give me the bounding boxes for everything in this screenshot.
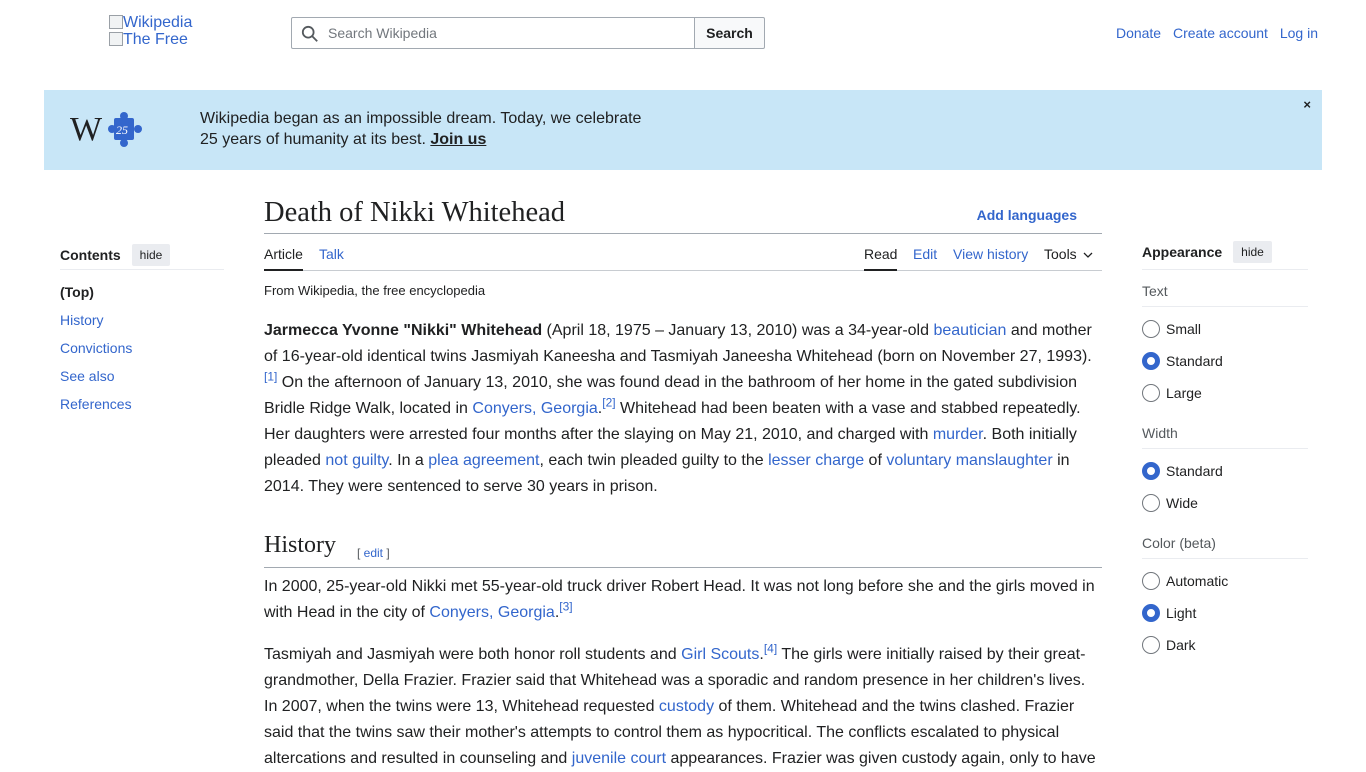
fundraising-banner: W 25 Wikipedia began as an impossible dr… — [44, 90, 1322, 170]
color-label: Color (beta) — [1142, 525, 1308, 559]
section-edit: [ edit ] — [357, 546, 390, 560]
link-voluntary-manslaughter[interactable]: voluntary manslaughter — [886, 452, 1052, 469]
width-wide-option[interactable]: Wide — [1142, 487, 1308, 519]
logo-tagline-alt-text: The Free — [123, 31, 188, 48]
text-size-label: Text — [1142, 270, 1308, 307]
lead-paragraph: Jarmecca Yvonne "Nikki" Whitehead (April… — [264, 322, 1092, 495]
wikipedia-25-logo: W 25 — [70, 111, 142, 148]
radio-selected-icon[interactable] — [1142, 462, 1160, 480]
width-label: Width — [1142, 415, 1308, 449]
toc-item-see-also[interactable]: See also — [60, 368, 224, 396]
tools-label: Tools — [1044, 246, 1077, 262]
toc-title: Contents — [60, 246, 121, 263]
color-automatic-option[interactable]: Automatic — [1142, 565, 1308, 597]
user-links: Donate Create account Log in — [1108, 25, 1318, 41]
logo-alt-text: Wikipedia — [123, 14, 193, 31]
svg-text:W: W — [70, 111, 103, 148]
page-tabs: Article Talk Read Edit View history Tool… — [264, 234, 1102, 271]
link-conyers-georgia[interactable]: Conyers, Georgia — [472, 400, 597, 417]
radio-selected-icon[interactable] — [1142, 352, 1160, 370]
add-languages-button[interactable]: Add languages — [977, 207, 1077, 223]
reference-1[interactable]: [1] — [264, 370, 277, 384]
broken-image-icon — [109, 15, 123, 29]
link-beautician[interactable]: beautician — [933, 322, 1006, 339]
link-custody[interactable]: custody — [659, 698, 714, 715]
history-paragraph-1: In 2000, 25-year-old Nikki met 55-year-o… — [264, 578, 1095, 621]
width-standard-option[interactable]: Standard — [1142, 455, 1308, 487]
chevron-down-icon — [1083, 252, 1093, 258]
radio-icon[interactable] — [1142, 320, 1160, 338]
banner-line-1: Wikipedia began as an impossible dream. … — [200, 110, 642, 127]
radio-icon[interactable] — [1142, 636, 1160, 654]
radio-icon[interactable] — [1142, 384, 1160, 402]
link-plea-agreement[interactable]: plea agreement — [428, 452, 539, 469]
article-main: Death of Nikki Whitehead Add languages A… — [264, 196, 1102, 772]
tagline: From Wikipedia, the free encyclopedia — [264, 283, 486, 298]
history-heading: History — [264, 532, 336, 558]
radio-icon[interactable] — [1142, 494, 1160, 512]
search-button[interactable]: Search — [694, 17, 765, 49]
history-paragraph-2: Tasmiyah and Jasmiyah were both honor ro… — [264, 641, 1096, 767]
tab-edit[interactable]: Edit — [913, 246, 937, 262]
link-girl-scouts[interactable]: Girl Scouts — [681, 646, 759, 663]
history-heading-row: History [ edit ] — [264, 524, 1102, 568]
wikipedia-logo[interactable]: Wikipedia The Free — [109, 14, 229, 52]
search-input[interactable] — [326, 18, 686, 48]
appearance-panel: Appearance hide Text Small Standard Larg… — [1142, 240, 1308, 667]
reference-2[interactable]: [2] — [602, 396, 615, 410]
donate-link[interactable]: Donate — [1116, 25, 1161, 41]
text-size-small-option[interactable]: Small — [1142, 313, 1308, 345]
toc-hide-button[interactable]: hide — [131, 243, 171, 266]
text-size-large-option[interactable]: Large — [1142, 377, 1308, 409]
radio-icon[interactable] — [1142, 572, 1160, 590]
close-icon[interactable]: × — [1303, 97, 1311, 112]
text-size-group: Text Small Standard Large — [1142, 270, 1308, 409]
tab-talk[interactable]: Talk — [319, 246, 344, 262]
link-lesser-charge[interactable]: lesser charge — [768, 452, 864, 469]
reference-3[interactable]: [3] — [559, 600, 572, 614]
link-not-guilty[interactable]: not guilty — [325, 452, 388, 469]
toc-item-references[interactable]: References — [60, 396, 224, 424]
appearance-hide-button[interactable]: hide — [1233, 240, 1272, 263]
banner-line-2: 25 years of humanity at its best. — [200, 131, 426, 148]
logo-number: 25 — [116, 123, 128, 137]
create-account-link[interactable]: Create account — [1173, 25, 1268, 41]
tab-read[interactable]: Read — [864, 246, 898, 271]
width-group: Width Standard Wide — [1142, 415, 1308, 519]
edit-section-link[interactable]: edit — [364, 546, 383, 560]
radio-selected-icon[interactable] — [1142, 604, 1160, 622]
search-box — [291, 17, 695, 49]
tools-menu[interactable]: Tools — [1044, 246, 1093, 262]
link-conyers-georgia-2[interactable]: Conyers, Georgia — [429, 604, 554, 621]
link-murder[interactable]: murder — [933, 426, 983, 443]
color-dark-option[interactable]: Dark — [1142, 629, 1308, 661]
page-title: Death of Nikki Whitehead — [264, 197, 566, 228]
join-us-link[interactable]: Join us — [430, 131, 486, 148]
search-icon — [301, 25, 318, 42]
color-group: Color (beta) Automatic Light Dark — [1142, 525, 1308, 661]
tab-article[interactable]: Article — [264, 246, 303, 271]
table-of-contents: Contents hide (Top) History Convictions … — [60, 240, 224, 424]
toc-item-top[interactable]: (Top) — [60, 284, 224, 312]
banner-message: Wikipedia began as an impossible dream. … — [200, 108, 641, 150]
text-size-standard-option[interactable]: Standard — [1142, 345, 1308, 377]
toc-item-history[interactable]: History — [60, 312, 224, 340]
subject-name: Jarmecca Yvonne "Nikki" Whitehead — [264, 322, 543, 339]
toc-item-convictions[interactable]: Convictions — [60, 340, 224, 368]
color-light-option[interactable]: Light — [1142, 597, 1308, 629]
broken-image-icon — [109, 32, 123, 46]
reference-4[interactable]: [4] — [764, 642, 777, 656]
tab-view-history[interactable]: View history — [953, 246, 1028, 262]
link-juvenile-court[interactable]: juvenile court — [572, 750, 666, 767]
appearance-title: Appearance — [1142, 243, 1223, 260]
login-link[interactable]: Log in — [1280, 25, 1318, 41]
